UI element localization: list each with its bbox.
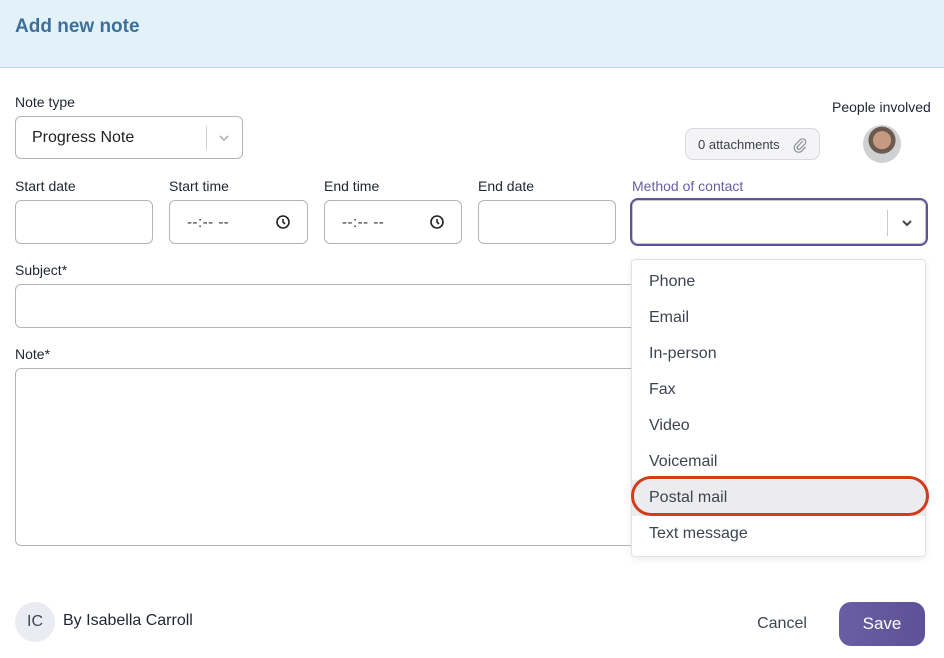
start-time-value: --:-- -- [187, 214, 230, 231]
cancel-button[interactable]: Cancel [740, 603, 824, 645]
author-byline: By Isabella Carroll [63, 612, 193, 629]
clock-icon[interactable] [429, 214, 445, 230]
option-fax[interactable]: Fax [632, 372, 925, 408]
option-video[interactable]: Video [632, 408, 925, 444]
option-in-person[interactable]: In-person [632, 336, 925, 372]
save-button[interactable]: Save [839, 602, 925, 646]
attachments-button[interactable]: 0 attachments [685, 128, 820, 160]
end-date-input[interactable] [478, 200, 616, 244]
note-type-value: Progress Note [32, 129, 135, 146]
end-time-input[interactable]: --:-- -- [324, 200, 462, 244]
attachments-label: 0 attachments [698, 137, 780, 152]
method-of-contact-select[interactable] [630, 198, 928, 246]
start-time-label: Start time [169, 178, 229, 194]
select-separator [887, 210, 888, 236]
required-indicator: * [61, 262, 68, 278]
method-of-contact-menu: Phone Email In-person Fax Video Voicemai… [631, 259, 926, 557]
select-separator [206, 126, 207, 150]
option-postal-mail[interactable]: Postal mail [632, 480, 925, 516]
start-date-label: Start date [15, 178, 76, 194]
dialog-header: Add new note [0, 0, 944, 68]
note-label-text: Note [15, 346, 45, 362]
option-email[interactable]: Email [632, 300, 925, 336]
option-phone[interactable]: Phone [632, 264, 925, 300]
note-type-select[interactable]: Progress Note [15, 116, 243, 159]
clock-icon[interactable] [275, 214, 291, 230]
subject-label: Subject* [15, 262, 67, 278]
subject-label-text: Subject [15, 262, 62, 278]
person-avatar[interactable] [863, 125, 901, 163]
chevron-down-icon [219, 135, 229, 142]
end-time-value: --:-- -- [342, 214, 385, 231]
chevron-down-icon [902, 220, 912, 227]
start-time-input[interactable]: --:-- -- [169, 200, 308, 244]
note-type-label: Note type [15, 94, 75, 110]
dialog-title: Add new note [15, 16, 140, 37]
note-label: Note* [15, 346, 50, 362]
end-date-label: End date [478, 178, 535, 194]
required-indicator: * [44, 346, 51, 362]
option-text-message[interactable]: Text message [632, 516, 925, 552]
start-date-input[interactable] [15, 200, 153, 244]
note-textarea[interactable] [15, 368, 645, 546]
paperclip-icon [793, 138, 807, 153]
end-time-label: End time [324, 178, 380, 194]
people-involved-label: People involved [832, 99, 931, 115]
method-of-contact-label: Method of contact [632, 178, 744, 194]
subject-input[interactable] [15, 284, 645, 328]
option-voicemail[interactable]: Voicemail [632, 444, 925, 480]
author-avatar: IC [15, 602, 55, 642]
